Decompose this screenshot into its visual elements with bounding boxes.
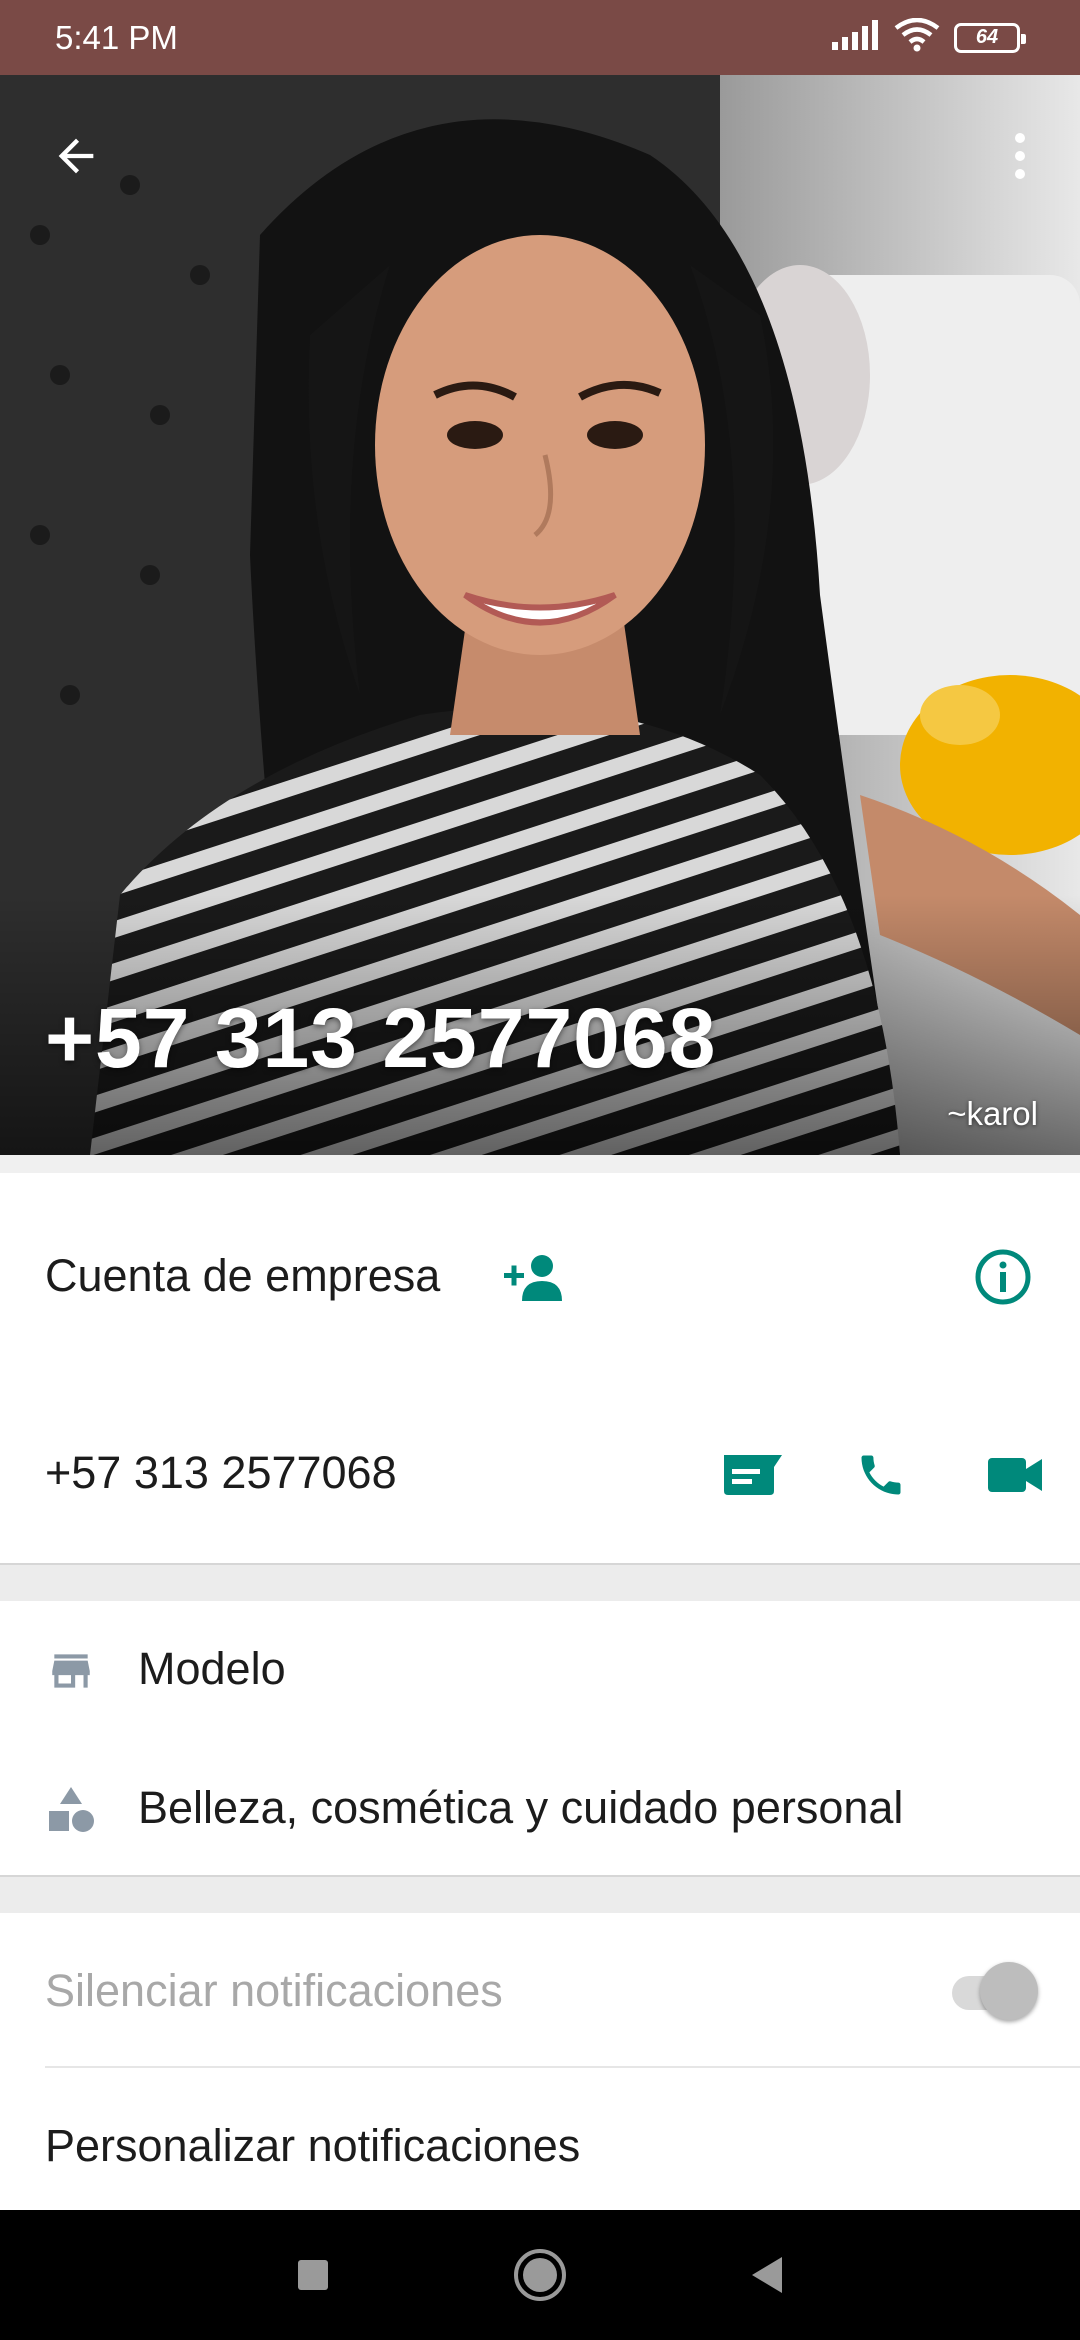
signal-icon xyxy=(832,20,880,55)
recents-button[interactable] xyxy=(268,2230,358,2320)
mute-notifications-label: Silenciar notificaciones xyxy=(45,1965,503,2016)
voice-call-button[interactable] xyxy=(846,1440,916,1510)
contact-title: +57 313 2577068 xyxy=(45,991,717,1085)
videocam-icon xyxy=(988,1458,1042,1492)
add-contact-button[interactable] xyxy=(496,1246,574,1310)
section-separator xyxy=(0,1875,1080,1913)
section-separator xyxy=(0,1563,1080,1601)
status-bar: 5:41 PM 64 xyxy=(0,0,1080,75)
more-options-button[interactable] xyxy=(990,120,1050,192)
arrow-back-icon xyxy=(58,138,94,174)
video-call-button[interactable] xyxy=(978,1440,1052,1510)
person-add-icon xyxy=(504,1255,562,1301)
contact-push-name: ~karol xyxy=(947,1095,1038,1132)
toggle-knob xyxy=(980,1962,1038,2020)
message-button[interactable] xyxy=(712,1440,792,1510)
profile-photo[interactable]: +57 313 2577068 ~karol xyxy=(0,75,1080,1155)
phone-icon xyxy=(861,1455,901,1495)
business-category-beauty: Belleza, cosmética y cuidado personal xyxy=(138,1782,904,1833)
recents-icon xyxy=(298,2260,329,2290)
category-icon xyxy=(40,1779,102,1841)
mute-notifications-toggle[interactable] xyxy=(946,1962,1038,2022)
status-icons: 64 xyxy=(832,17,1026,57)
message-icon xyxy=(724,1455,782,1495)
back-nav-button[interactable] xyxy=(722,2230,812,2320)
account-type-label: Cuenta de empresa xyxy=(45,1250,441,1301)
home-button[interactable] xyxy=(495,2230,585,2320)
phone-number: +57 313 2577068 xyxy=(45,1447,397,1498)
store-icon xyxy=(40,1640,102,1702)
home-icon xyxy=(513,2249,566,2301)
battery-icon: 64 xyxy=(954,22,1026,53)
system-navigation-bar xyxy=(0,2210,1080,2340)
more-vert-icon xyxy=(1015,133,1025,179)
back-button[interactable] xyxy=(40,120,112,192)
business-category-model: Modelo xyxy=(138,1643,286,1694)
divider xyxy=(45,2066,1080,2068)
back-triangle-icon xyxy=(751,2257,782,2293)
custom-notifications-item[interactable]: Personalizar notificaciones xyxy=(45,2120,580,2172)
wifi-icon xyxy=(894,17,940,57)
status-time: 5:41 PM xyxy=(55,18,178,56)
battery-level: 64 xyxy=(975,26,999,48)
business-info-button[interactable] xyxy=(968,1246,1038,1308)
info-icon xyxy=(975,1249,1031,1305)
section-separator xyxy=(0,1155,1080,1173)
